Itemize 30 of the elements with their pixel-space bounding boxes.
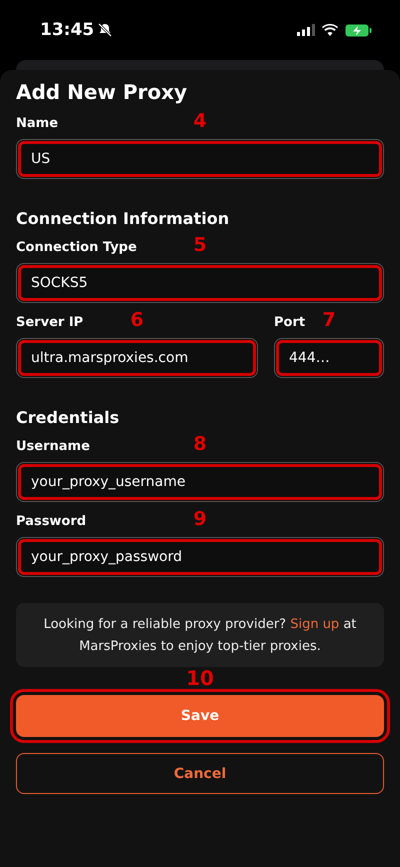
cancel-button[interactable]: Cancel: [16, 753, 384, 794]
field-label: Username: [16, 439, 90, 454]
bell-muted-icon: [98, 23, 112, 37]
section-heading: Connection Information: [16, 209, 230, 228]
callout-number: 5: [193, 234, 207, 256]
sheet-title: Add New Proxy: [16, 80, 188, 104]
input-field[interactable]: SOCKS5: [16, 263, 384, 303]
callout-number: 9: [193, 508, 207, 530]
notice-text: Looking for a reliable proxy provider? Sign up at MarsProxies to enjoy top-tier proxies.: [44, 617, 356, 654]
field-label: Server IP: [16, 315, 84, 330]
field-label: Name: [16, 116, 58, 131]
input-field[interactable]: ultra.marsproxies.com: [16, 338, 258, 378]
field-label: Password: [16, 514, 86, 529]
callout-number: 4: [193, 110, 207, 132]
section-heading: Credentials: [16, 408, 120, 427]
field-label: Connection Type: [16, 240, 137, 255]
sign-up-link[interactable]: Sign up: [290, 617, 340, 632]
input-field[interactable]: your_proxy_username: [16, 462, 384, 502]
callout-number: 8: [193, 433, 207, 455]
wifi-icon: [322, 24, 338, 36]
callout-number: 10: [186, 666, 214, 690]
callout-number: 7: [322, 309, 336, 331]
signal-icon: [297, 24, 315, 36]
callout-number: 6: [130, 309, 144, 331]
input-field[interactable]: 444…: [274, 338, 384, 378]
input-field[interactable]: US: [16, 139, 384, 179]
status-time: 13:45: [40, 20, 94, 40]
input-field[interactable]: your_proxy_password: [16, 537, 384, 577]
field-label: Port: [274, 315, 306, 330]
battery-charging-icon: [345, 24, 372, 36]
